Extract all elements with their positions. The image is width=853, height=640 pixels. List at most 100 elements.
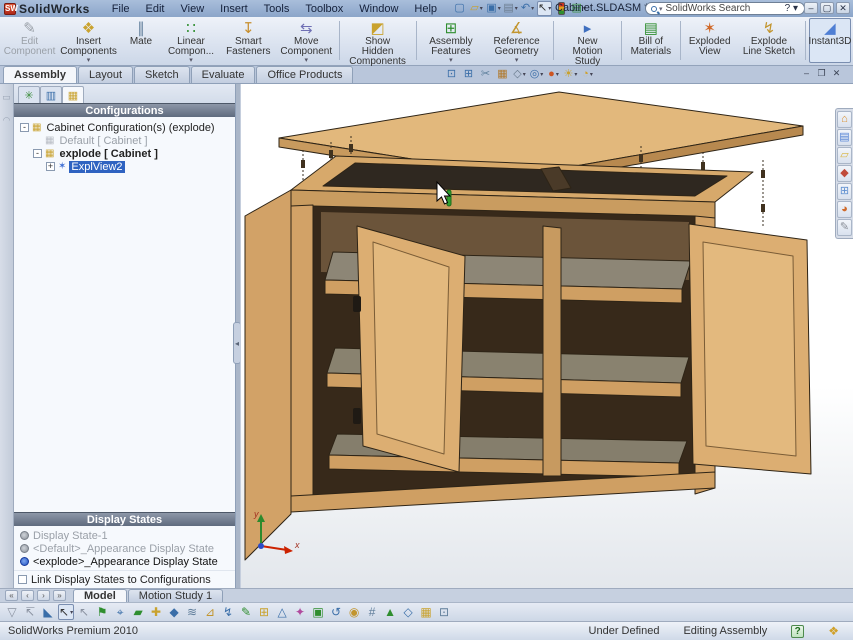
- propertymanager-tab[interactable]: ▥: [40, 86, 62, 103]
- menu-toolbox[interactable]: Toolbox: [297, 2, 351, 16]
- bottom-tab-model[interactable]: Model: [73, 589, 127, 602]
- tool-icon-17[interactable]: ▲: [382, 604, 398, 620]
- tab-assembly[interactable]: Assembly: [3, 66, 77, 83]
- display-state-row[interactable]: Display State-1: [20, 529, 235, 542]
- tool-icon-2[interactable]: ⌖: [112, 604, 128, 620]
- new-motion-study-button[interactable]: ▸New Motion Study: [557, 18, 618, 63]
- tab-sketch[interactable]: Sketch: [134, 66, 190, 83]
- print-icon[interactable]: ▤▾: [503, 1, 518, 16]
- menu-window[interactable]: Window: [351, 2, 406, 16]
- viewport-3d-model[interactable]: y x: [241, 84, 853, 588]
- doc-minimize-button[interactable]: –: [800, 68, 813, 80]
- tool-icon-6[interactable]: ≋: [184, 604, 200, 620]
- doc-close-button[interactable]: ✕: [830, 68, 843, 80]
- smart-fasteners-button[interactable]: ↧Smart Fasteners: [220, 18, 276, 63]
- previous-tab-button[interactable]: ‹: [21, 590, 34, 601]
- edit-component-button[interactable]: ✎Edit Component: [2, 18, 57, 63]
- dropdown-caret-icon[interactable]: ▾: [189, 57, 193, 64]
- tree-item-label[interactable]: Cabinet Configuration(s) (explode): [44, 122, 216, 134]
- tool-icon-3[interactable]: ▰: [130, 604, 146, 620]
- search-caret-icon[interactable]: ▾: [659, 5, 663, 13]
- show-hidden-components-button[interactable]: ◩Show Hidden Components: [343, 18, 413, 63]
- link-display-states-checkbox[interactable]: [18, 575, 27, 584]
- undo-icon[interactable]: ↶▾: [520, 1, 535, 16]
- zoom-to-fit-icon[interactable]: ⊡: [444, 67, 459, 82]
- tree-item-label[interactable]: ExplView2: [69, 161, 124, 173]
- tab-evaluate[interactable]: Evaluate: [191, 66, 256, 83]
- help-button[interactable]: ? ▾: [785, 3, 798, 14]
- display-state-label[interactable]: Display State-1: [33, 530, 108, 542]
- menu-edit[interactable]: Edit: [138, 2, 173, 16]
- instant3d-button[interactable]: ◢Instant3D: [809, 18, 851, 63]
- linear-component-pattern-button[interactable]: ∷Linear Compon...▾: [162, 18, 220, 63]
- mate-button[interactable]: ∥Mate: [120, 18, 162, 63]
- link-display-states-row[interactable]: Link Display States to Configurations: [14, 570, 235, 588]
- tool-icon-7[interactable]: ⊿: [202, 604, 218, 620]
- assembly-features-button[interactable]: ⊞Assembly Features▾: [419, 18, 482, 63]
- menu-view[interactable]: View: [173, 2, 213, 16]
- open-document-icon[interactable]: ▱▾: [469, 1, 484, 16]
- display-state-row[interactable]: <explode>_Appearance Display State: [20, 555, 235, 568]
- tab-layout[interactable]: Layout: [78, 66, 133, 83]
- tree-row[interactable]: -▦explode [ Cabinet ]: [16, 147, 235, 160]
- bill-of-materials-button[interactable]: ▤Bill of Materials: [624, 18, 677, 63]
- tool-icon-20[interactable]: ⊡: [436, 604, 452, 620]
- collapsed-toolbar-icon-1[interactable]: ▭: [0, 90, 14, 105]
- view-orientation-icon[interactable]: ▦: [495, 67, 510, 82]
- move-component-button[interactable]: ⇆Move Component▾: [277, 18, 336, 63]
- view-palette-icon[interactable]: ⊞: [837, 183, 852, 200]
- edit-appearance-icon[interactable]: ●▾: [546, 67, 561, 82]
- display-state-label[interactable]: <explode>_Appearance Display State: [33, 556, 218, 568]
- view-settings-icon[interactable]: ◔▾: [580, 67, 595, 82]
- tool-icon-9[interactable]: ✎: [238, 604, 254, 620]
- dropdown-caret-icon[interactable]: ▾: [449, 57, 453, 64]
- dropdown-caret-icon[interactable]: ▾: [305, 57, 309, 64]
- left-door[interactable]: [353, 226, 465, 472]
- reference-geometry-button[interactable]: ∡Reference Geometry▾: [483, 18, 551, 63]
- hide-show-items-icon[interactable]: ◎▾: [529, 67, 544, 82]
- filter-edges-icon[interactable]: ◣: [40, 604, 56, 620]
- exploded-view-button[interactable]: ✶Exploded View: [684, 18, 736, 63]
- tool-icon-11[interactable]: △: [274, 604, 290, 620]
- insert-components-button[interactable]: ❖Insert Components▾: [57, 18, 120, 63]
- custom-properties-tag-icon[interactable]: ❖: [828, 624, 839, 638]
- menu-insert[interactable]: Insert: [212, 2, 256, 16]
- last-tab-button[interactable]: »: [53, 590, 66, 601]
- search-results-icon[interactable]: ◆: [837, 165, 852, 182]
- tool-icon-18[interactable]: ◇: [400, 604, 416, 620]
- graphics-viewport[interactable]: y x ⌂▤▱◆⊞◕✎: [240, 84, 853, 588]
- right-door[interactable]: [689, 224, 811, 474]
- menu-help[interactable]: Help: [406, 2, 445, 16]
- section-view-icon[interactable]: ✂: [478, 67, 493, 82]
- menu-tools[interactable]: Tools: [256, 2, 298, 16]
- selection-filter-toggle-icon[interactable]: ▽: [4, 604, 20, 620]
- solidworks-resources-icon[interactable]: ⌂: [837, 111, 852, 128]
- search-input[interactable]: ▾ SolidWorks Search: [645, 2, 805, 15]
- close-button[interactable]: ✕: [836, 2, 850, 14]
- tree-row[interactable]: ▦Default [ Cabinet ]: [16, 134, 235, 147]
- maximize-button[interactable]: ▢: [820, 2, 834, 14]
- display-state-label[interactable]: <Default>_Appearance Display State: [33, 543, 214, 555]
- configurationmanager-tab[interactable]: ▦: [62, 86, 84, 103]
- select-arrow-icon[interactable]: ↖▾: [537, 1, 552, 16]
- minimize-button[interactable]: –: [804, 2, 818, 14]
- zoom-to-area-icon[interactable]: ⊞: [461, 67, 476, 82]
- tool-icon-13[interactable]: ▣: [310, 604, 326, 620]
- cabinet-body[interactable]: [245, 156, 753, 560]
- tool-icon-19[interactable]: ▦: [418, 604, 434, 620]
- tool-icon-15[interactable]: ◉: [346, 604, 362, 620]
- select-tool-icon[interactable]: ↖▾: [58, 604, 74, 620]
- first-tab-button[interactable]: «: [5, 590, 18, 601]
- tree-item-label[interactable]: Default [ Cabinet ]: [57, 135, 149, 147]
- next-tab-button[interactable]: ›: [37, 590, 50, 601]
- tool-icon-16[interactable]: #: [364, 604, 380, 620]
- featuremanager-tree-tab[interactable]: ✳: [18, 86, 40, 103]
- tab-office-products[interactable]: Office Products: [256, 66, 353, 83]
- menu-file[interactable]: File: [104, 2, 138, 16]
- display-style-icon[interactable]: ◇▾: [512, 67, 527, 82]
- new-document-icon[interactable]: ▢: [452, 1, 467, 16]
- expand-box-icon[interactable]: +: [46, 162, 55, 171]
- tree-row[interactable]: -▦Cabinet Configuration(s) (explode): [16, 121, 235, 134]
- file-explorer-icon[interactable]: ▱: [837, 147, 852, 164]
- dropdown-caret-icon[interactable]: ▾: [515, 57, 519, 64]
